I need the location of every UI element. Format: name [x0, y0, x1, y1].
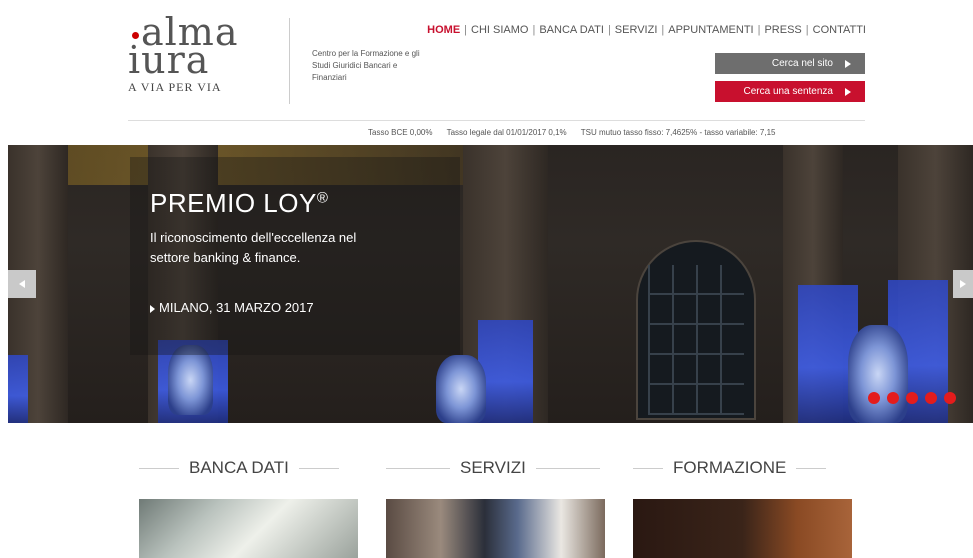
rates-ticker: Tasso BCE 0,00% Tasso legale dal 01/01/2…: [368, 128, 865, 137]
nav-home[interactable]: HOME: [427, 24, 460, 36]
slider-dot[interactable]: [944, 392, 956, 404]
rate-legale: Tasso legale dal 01/01/2017 0,1%: [446, 128, 567, 137]
slider-next-button[interactable]: [953, 270, 973, 298]
rate-tsu: TSU mutuo tasso fisso: 7,4625% - tasso v…: [580, 128, 776, 137]
nav-contatti[interactable]: CONTATTI: [813, 24, 866, 36]
chevron-right-icon: [960, 280, 966, 288]
header-description: Centro per la Formazione e gli Studi Giu…: [312, 49, 420, 82]
play-arrow-icon: [845, 87, 851, 96]
hero-title: PREMIO LOY®: [150, 188, 329, 218]
nav-chi-siamo[interactable]: CHI SIAMO: [471, 24, 528, 36]
banca-dati-image[interactable]: [139, 499, 358, 558]
nav-appuntamenti[interactable]: APPUNTAMENTI: [668, 24, 753, 36]
section-formazione-heading: FORMAZIONE: [633, 458, 852, 478]
nav-banca-dati[interactable]: BANCA DATI: [539, 24, 604, 36]
statue-image: [168, 345, 213, 415]
slider-prev-button[interactable]: [8, 270, 36, 298]
statue-image: [436, 355, 486, 423]
slider-dot[interactable]: [925, 392, 937, 404]
triangle-right-icon: [150, 304, 155, 313]
hero-date-link[interactable]: MILANO, 31 MARZO 2017: [150, 300, 314, 315]
logo-line-2: iura: [128, 38, 210, 82]
section-banca-dati-heading: BANCA DATI: [139, 458, 358, 478]
logo[interactable]: alma iura A VIA PER VIA: [128, 13, 278, 95]
slider-dots: [868, 392, 963, 404]
play-arrow-icon: [845, 59, 851, 68]
slider-dot[interactable]: [868, 392, 880, 404]
main-nav: HOME | CHI SIAMO | BANCA DATI | SERVIZI | AP…: [427, 24, 866, 36]
search-site-button[interactable]: Cerca nel sito: [715, 53, 865, 74]
hero-subtitle: Il riconoscimento dell'eccellenza nel se…: [150, 230, 357, 265]
rate-bce: Tasso BCE 0,00%: [368, 128, 433, 137]
slider-dot[interactable]: [887, 392, 899, 404]
nav-servizi[interactable]: SERVIZI: [615, 24, 658, 36]
logo-tagline: A VIA PER VIA: [128, 80, 222, 94]
chevron-left-icon: [19, 280, 25, 288]
slider-dot[interactable]: [906, 392, 918, 404]
servizi-image[interactable]: [386, 499, 605, 558]
formazione-image[interactable]: [633, 499, 852, 558]
section-servizi-heading: SERVIZI: [386, 458, 605, 478]
statue-image: [848, 325, 908, 423]
search-sentence-button[interactable]: Cerca una sentenza: [715, 81, 865, 102]
nav-press[interactable]: PRESS: [764, 24, 801, 36]
site-header: alma iura A VIA PER VIA Centro per la Fo…: [0, 0, 973, 145]
header-rule: [128, 120, 865, 121]
header-divider: [289, 18, 290, 104]
